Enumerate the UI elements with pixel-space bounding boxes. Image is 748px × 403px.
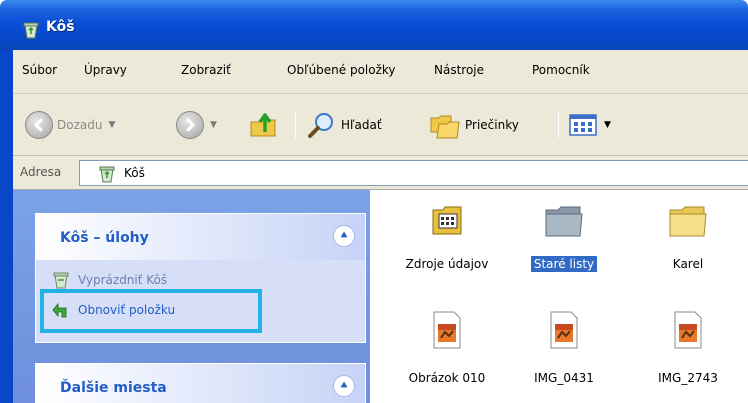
views-dropdown-icon[interactable]: ▼ xyxy=(604,120,611,130)
file-item[interactable]: Zdroje údajov xyxy=(387,190,507,290)
menu-tools[interactable]: Nástroje xyxy=(434,63,484,77)
back-arrow-icon xyxy=(25,111,53,139)
collapse-chevron-icon[interactable]: ⯅ xyxy=(333,375,355,397)
file-name: Staré listy xyxy=(530,256,598,272)
menu-help[interactable]: Pomocník xyxy=(532,63,590,77)
search-label: Hľadať xyxy=(341,118,382,132)
image-file-icon xyxy=(433,311,461,349)
back-button[interactable]: Dozadu ▼ xyxy=(25,110,115,140)
back-label: Dozadu xyxy=(57,118,103,132)
title-bar[interactable]: Kôš xyxy=(0,0,748,50)
forward-arrow-icon xyxy=(176,111,204,139)
recycle-bin-icon xyxy=(23,22,39,39)
empty-recycle-bin-label: Vyprázdniť Kôš xyxy=(78,273,168,287)
file-item[interactable]: Obrázok 010 xyxy=(387,300,507,403)
up-button[interactable] xyxy=(249,110,279,140)
window-frame xyxy=(0,190,13,403)
forward-dropdown-icon[interactable]: ▼ xyxy=(210,120,217,130)
recycle-bin-icon xyxy=(99,166,115,183)
highlight-box xyxy=(40,289,262,333)
image-file-icon xyxy=(674,311,702,349)
window-frame xyxy=(0,50,13,94)
window-title: Kôš xyxy=(46,19,75,35)
empty-recycle-bin-icon xyxy=(53,272,69,289)
menu-favorites[interactable]: Obľúbené položky xyxy=(287,63,396,77)
data-source-folder-icon xyxy=(432,206,462,235)
address-input[interactable]: Kôš xyxy=(79,160,748,186)
search-button[interactable]: Hľadať xyxy=(307,110,382,140)
folder-icon-gray xyxy=(545,206,583,237)
menu-bar: Súbor Úpravy Zobraziť Obľúbené položky N… xyxy=(0,50,748,94)
views-icon xyxy=(569,114,597,136)
file-name: Zdroje údajov xyxy=(405,257,489,271)
toolbar: Dozadu ▼ ▼ Hľadať Priečinky ▼ xyxy=(0,94,748,156)
forward-button[interactable]: ▼ xyxy=(176,110,217,140)
panel-title: Ďalšie miesta xyxy=(60,380,167,396)
folder-icon xyxy=(669,206,707,237)
folders-button[interactable]: Priečinky xyxy=(429,110,519,140)
search-icon xyxy=(308,113,333,138)
file-name: IMG_0431 xyxy=(534,371,594,385)
image-file-icon xyxy=(550,311,578,349)
panel-header[interactable]: Ďalšie miesta ⯅ xyxy=(36,364,365,403)
file-name: Karel xyxy=(672,257,704,271)
file-item[interactable]: Karel xyxy=(628,190,748,290)
other-places-panel: Ďalšie miesta ⯅ xyxy=(35,363,366,403)
folders-label: Priečinky xyxy=(465,118,519,132)
folders-icon xyxy=(430,115,460,139)
window-frame xyxy=(0,94,13,156)
menu-view[interactable]: Zobraziť xyxy=(181,63,231,77)
file-name: Obrázok 010 xyxy=(408,371,486,385)
panel-header[interactable]: Kôš – úlohy ⯅ xyxy=(36,214,365,260)
empty-recycle-bin-task[interactable]: Vyprázdniť Kôš xyxy=(52,271,167,289)
toolbar-separator xyxy=(558,112,559,138)
folder-up-icon xyxy=(250,113,276,137)
file-item[interactable]: IMG_2743 xyxy=(628,300,748,403)
back-dropdown-icon[interactable]: ▼ xyxy=(108,120,115,130)
address-value: Kôš xyxy=(124,166,145,180)
file-name: IMG_2743 xyxy=(658,371,718,385)
address-label: Adresa xyxy=(20,165,62,179)
address-bar: Adresa Kôš xyxy=(0,156,748,190)
panel-title: Kôš – úlohy xyxy=(60,230,149,246)
menu-edit[interactable]: Úpravy xyxy=(84,63,127,77)
file-list: Zdroje údajov Staré listy Karel Obrázok … xyxy=(370,190,748,403)
toolbar-separator xyxy=(295,112,296,138)
menu-file[interactable]: Súbor xyxy=(22,63,57,77)
file-item[interactable]: Staré listy xyxy=(504,190,624,290)
views-button[interactable]: ▼ xyxy=(568,110,611,140)
file-item[interactable]: IMG_0431 xyxy=(504,300,624,403)
collapse-chevron-icon[interactable]: ⯅ xyxy=(333,225,355,247)
window-frame xyxy=(0,156,13,190)
